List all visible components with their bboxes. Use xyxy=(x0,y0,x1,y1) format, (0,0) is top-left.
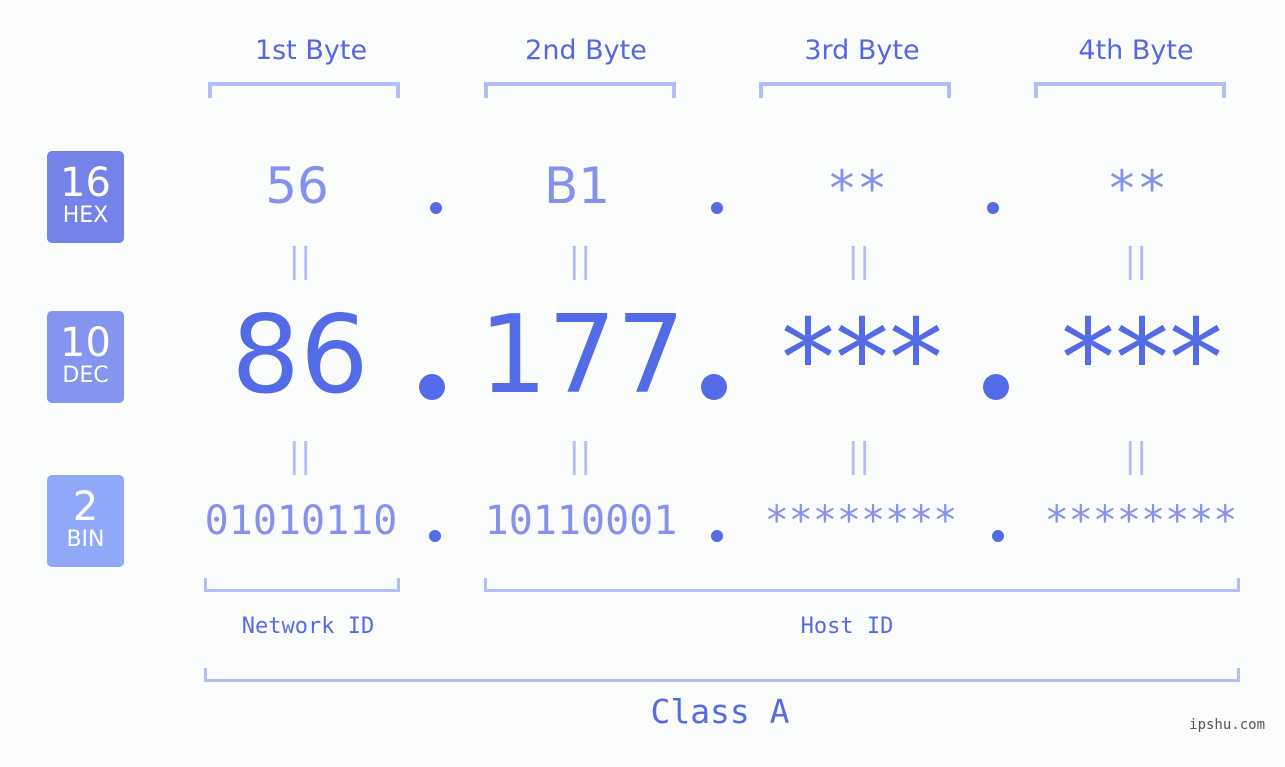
byte-bracket-3 xyxy=(759,82,951,98)
byte-bracket-4 xyxy=(1034,82,1226,98)
hex-separator-2 xyxy=(711,202,723,214)
watermark: ipshu.com xyxy=(1189,717,1265,733)
dec-label: DEC xyxy=(62,363,109,388)
bin-value-3: ******** xyxy=(764,498,958,544)
equals-icon: || xyxy=(288,436,312,476)
equals-icon: || xyxy=(1124,241,1148,281)
byte-header-3: 3rd Byte xyxy=(804,35,920,66)
dec-value-1: 86 xyxy=(231,293,369,418)
byte-header-1: 1st Byte xyxy=(254,35,368,66)
bin-value-2: 10110001 xyxy=(484,498,678,544)
host-id-bracket xyxy=(484,578,1240,592)
hex-value-3: ** xyxy=(826,160,888,218)
dec-separator-3 xyxy=(983,374,1009,400)
class-bracket xyxy=(204,668,1240,682)
byte-bracket-1 xyxy=(208,82,400,98)
dec-separator-2 xyxy=(701,374,727,400)
class-label: Class A xyxy=(650,692,790,731)
byte-bracket-2 xyxy=(484,82,676,98)
hex-value-2: B1 xyxy=(543,157,611,215)
hex-separator-1 xyxy=(430,202,442,214)
network-id-bracket xyxy=(204,578,400,592)
dec-value-2: 177 xyxy=(478,293,686,418)
equals-icon: || xyxy=(568,436,592,476)
bin-label: BIN xyxy=(66,527,105,552)
hex-value-1: 56 xyxy=(265,157,329,215)
bin-value-1: 01010110 xyxy=(204,498,398,544)
byte-header-4: 4th Byte xyxy=(1078,35,1194,66)
dec-separator-1 xyxy=(419,374,445,400)
bin-value-4: ******** xyxy=(1044,498,1238,544)
equals-icon: || xyxy=(568,241,592,281)
hex-badge: 16 HEX xyxy=(47,151,124,243)
bin-badge: 2 BIN xyxy=(47,475,124,567)
dec-badge: 10 DEC xyxy=(47,311,124,403)
bin-separator-1 xyxy=(429,530,441,542)
hex-separator-3 xyxy=(987,202,999,214)
equals-icon: || xyxy=(847,241,871,281)
hex-value-4: ** xyxy=(1106,160,1168,218)
network-id-label: Network ID xyxy=(241,614,375,639)
byte-header-2: 2nd Byte xyxy=(525,35,647,66)
dec-value-3: *** xyxy=(781,297,943,422)
hex-label: HEX xyxy=(62,203,109,228)
equals-icon: || xyxy=(1124,436,1148,476)
bin-base: 2 xyxy=(72,484,99,530)
dec-value-4: *** xyxy=(1061,297,1223,422)
equals-icon: || xyxy=(288,241,312,281)
equals-icon: || xyxy=(847,436,871,476)
host-id-label: Host ID xyxy=(800,614,894,639)
bin-separator-3 xyxy=(992,530,1004,542)
dec-base: 10 xyxy=(60,320,111,366)
hex-base: 16 xyxy=(60,160,111,206)
bin-separator-2 xyxy=(711,530,723,542)
